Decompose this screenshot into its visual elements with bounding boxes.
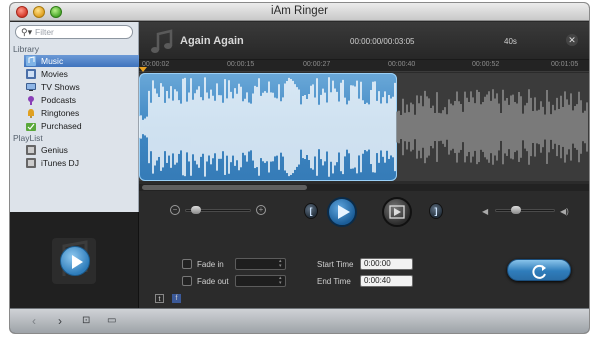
sidebar-item-label: TV Shows — [41, 82, 80, 92]
fade-out-select[interactable] — [235, 275, 286, 287]
refresh-icon — [532, 264, 546, 279]
sidebar-item-tv-shows[interactable]: TV Shows — [24, 81, 139, 93]
zoom-out-icon[interactable]: − — [170, 205, 180, 215]
music-note-icon — [151, 29, 173, 53]
sidebar-item-podcasts[interactable]: Podcasts — [24, 94, 139, 106]
clip-duration: 40s — [504, 37, 517, 46]
library-header: Library — [13, 44, 39, 54]
album-art-panel — [10, 212, 139, 308]
close-icon[interactable]: ✕ — [566, 34, 578, 46]
playlist-header: PlayList — [13, 133, 43, 143]
start-time-value: 0:00:00 — [364, 259, 391, 268]
sidebar-item-label: Ringtones — [41, 108, 80, 118]
playlist-icon — [26, 145, 36, 155]
end-time-field[interactable]: 0:00:40 — [360, 275, 413, 287]
editor-panel: Again Again 00:00:00/00:03:05 40s ✕ 00:0… — [139, 22, 589, 308]
filter-input[interactable] — [35, 26, 130, 38]
podcast-icon — [28, 96, 34, 105]
search-icon: ⚲▾ — [21, 27, 33, 37]
sidebar-item-genius[interactable]: Genius — [24, 144, 139, 156]
app-window: iAm Ringer ⚲▾ Library Music Movies TV Sh… — [10, 3, 589, 333]
ruler-tick: 00:00:15 — [227, 61, 255, 68]
song-title: Again Again — [180, 35, 244, 47]
sidebar-item-purchased[interactable]: Purchased — [24, 120, 139, 132]
fade-out-label: Fade out — [197, 277, 229, 286]
fade-in-label: Fade in — [197, 260, 224, 269]
volume-high-icon: ◀) — [560, 207, 569, 216]
set-end-button[interactable]: ] — [429, 203, 443, 219]
volume-low-icon: ◀ — [482, 207, 489, 216]
bottom-toolbar: ‹ › ⊡ ▭ — [10, 308, 589, 333]
add-item-button[interactable]: ⊡ — [82, 315, 90, 327]
fade-in-checkbox[interactable] — [182, 259, 192, 269]
set-start-button[interactable]: [ — [304, 203, 318, 219]
end-time-label: End Time — [317, 277, 351, 286]
playlist-icon — [26, 158, 36, 168]
sidebar-item-label: Movies — [41, 69, 68, 79]
time-readout: 00:00:00/00:03:05 — [350, 37, 415, 46]
zoom-in-icon[interactable]: + — [256, 205, 266, 215]
play-button[interactable] — [327, 197, 357, 227]
sidebar-item-ringtones[interactable]: Ringtones — [24, 107, 139, 119]
zoom-slider-knob[interactable] — [191, 206, 201, 214]
sidebar-item-movies[interactable]: Movies — [24, 68, 139, 80]
waveform — [139, 77, 588, 177]
sidebar-item-itunes-dj[interactable]: iTunes DJ — [24, 157, 139, 169]
ruler-tick: 00:00:52 — [472, 61, 500, 68]
twitter-icon[interactable]: t — [155, 294, 164, 303]
ruler-tick: 00:00:27 — [303, 61, 331, 68]
volume-slider[interactable] — [495, 209, 555, 212]
play-selection-icon — [389, 205, 405, 219]
volume-slider-knob[interactable] — [511, 206, 521, 214]
time-ruler: 00:00:02 00:00:15 00:00:27 00:00:40 00:0… — [139, 60, 589, 72]
tv-icon — [26, 83, 36, 91]
title-bar: iAm Ringer — [10, 3, 589, 21]
start-time-label: Start Time — [317, 260, 354, 269]
preview-play-button[interactable] — [60, 246, 90, 276]
facebook-icon[interactable]: f — [172, 294, 181, 303]
window-title: iAm Ringer — [271, 5, 328, 17]
sidebar-item-label: Purchased — [41, 121, 82, 131]
search-box[interactable]: ⚲▾ — [15, 25, 133, 39]
sidebar-item-label: Genius — [41, 145, 68, 155]
movies-icon — [26, 69, 36, 79]
sidebar: ⚲▾ Library Music Movies TV Shows Podcast… — [10, 22, 139, 212]
scroll-thumb[interactable] — [142, 185, 307, 190]
play-selection-button[interactable] — [382, 197, 412, 227]
sidebar-item-music[interactable]: Music — [24, 55, 139, 67]
back-button[interactable]: ‹ — [32, 315, 36, 327]
ruler-tick: 00:00:40 — [388, 61, 416, 68]
fade-out-checkbox[interactable] — [182, 276, 192, 286]
music-icon — [26, 56, 36, 66]
convert-button[interactable] — [507, 259, 571, 281]
bell-icon — [28, 109, 34, 118]
waveform-view[interactable] — [139, 73, 589, 181]
fade-in-select[interactable] — [235, 258, 286, 270]
purchased-icon — [26, 123, 36, 131]
horizontal-scrollbar[interactable] — [139, 184, 589, 191]
sidebar-item-label: Podcasts — [41, 95, 76, 105]
forward-button[interactable]: › — [58, 315, 62, 327]
ruler-tick: 00:01:05 — [551, 61, 579, 68]
sidebar-item-label: iTunes DJ — [41, 158, 79, 168]
sidebar-item-label: Music — [41, 56, 64, 66]
playhead-marker[interactable] — [139, 67, 147, 72]
start-time-field[interactable]: 0:00:00 — [360, 258, 413, 270]
song-header: Again Again 00:00:00/00:03:05 40s ✕ — [139, 22, 589, 60]
folder-icon[interactable]: ▭ — [107, 315, 116, 327]
end-time-value: 0:00:40 — [364, 276, 391, 285]
